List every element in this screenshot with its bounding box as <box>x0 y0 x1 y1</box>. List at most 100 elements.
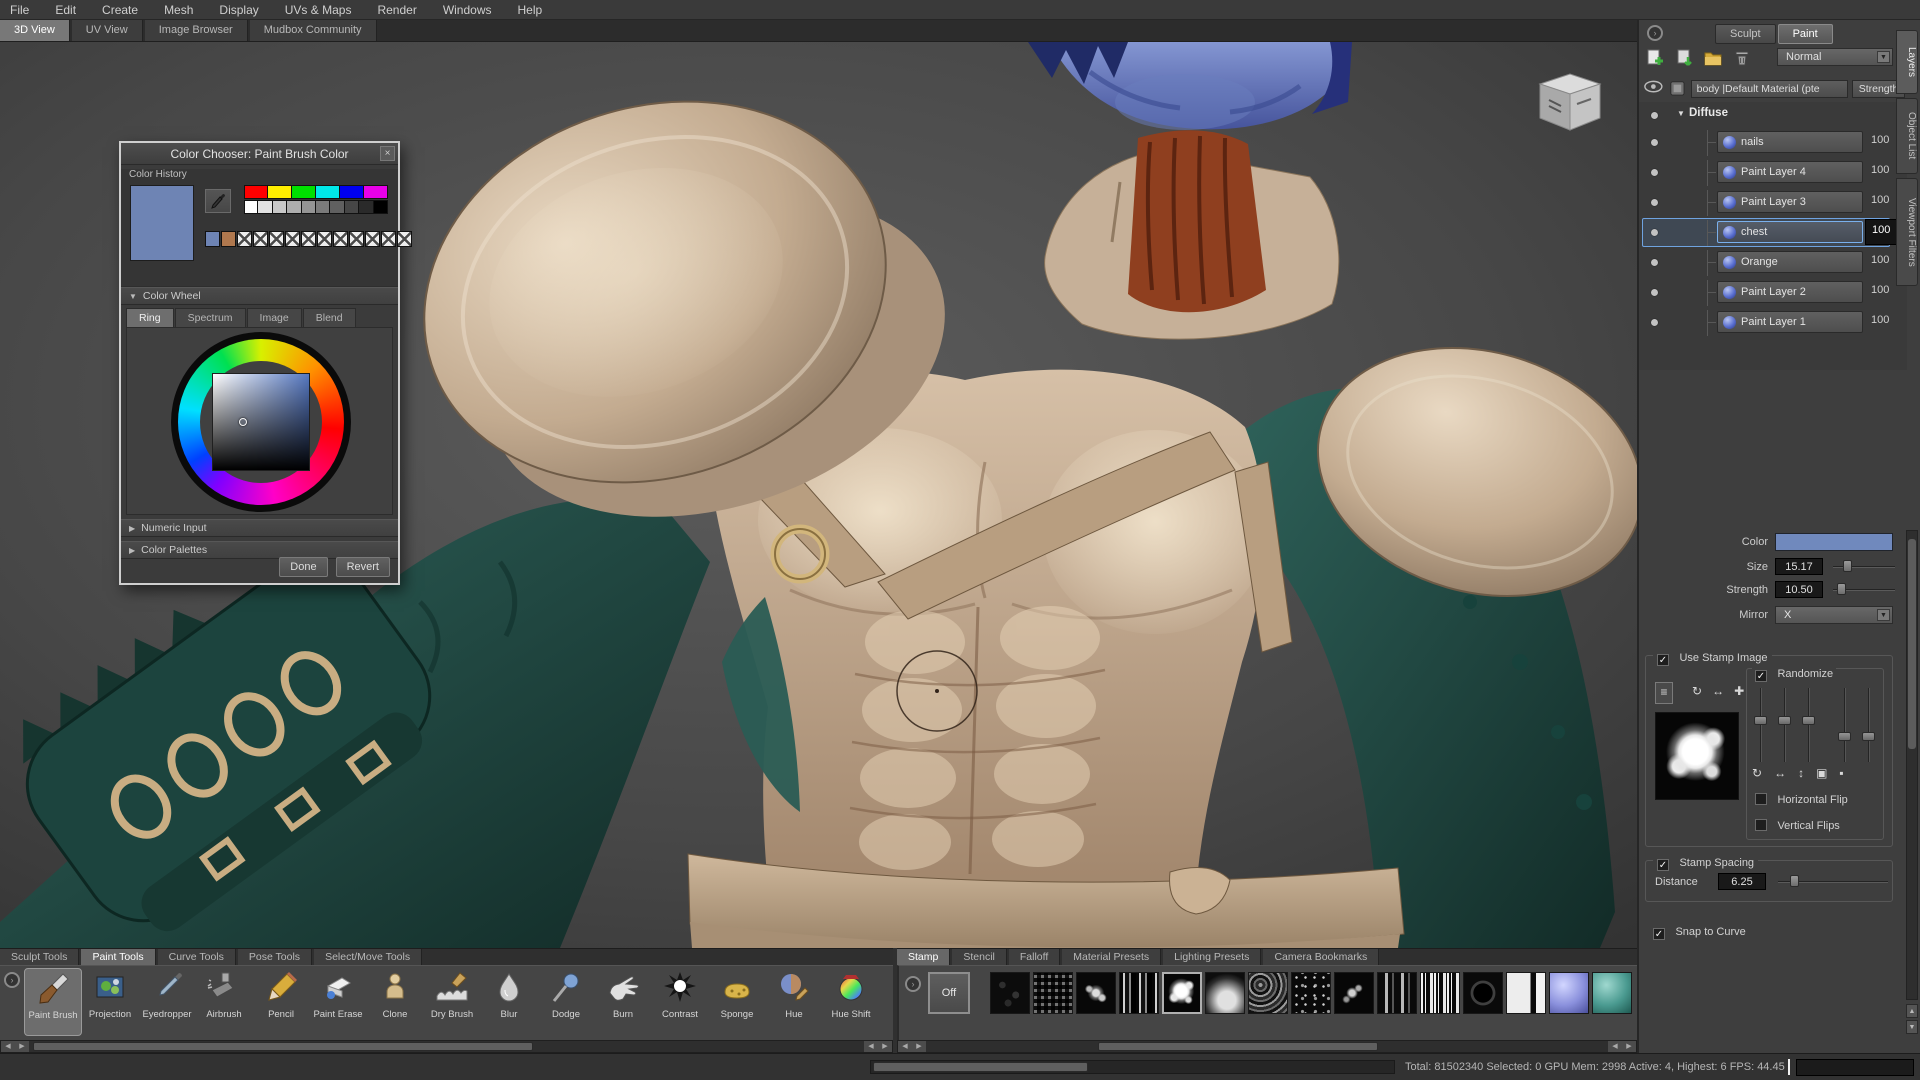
stamp-thumbnail-ring-dark[interactable] <box>1463 972 1503 1014</box>
gray-swatch[interactable] <box>273 200 287 214</box>
color-wheel-header[interactable]: ▼ Color Wheel <box>121 287 398 305</box>
gray-swatch[interactable] <box>316 200 330 214</box>
wheel-tab-blend[interactable]: Blend <box>303 308 356 327</box>
randomize-slider-3[interactable] <box>1802 688 1816 762</box>
menu-item-mesh[interactable]: Mesh <box>164 3 193 17</box>
stamp-thumbnail-speckle-dots[interactable] <box>1291 972 1331 1014</box>
tool-blur[interactable]: Blur <box>480 968 538 1036</box>
tool-airbrush[interactable]: Airbrush <box>195 968 253 1036</box>
tool-hue-shift[interactable]: Hue Shift <box>822 968 880 1036</box>
scroll-right-icon[interactable]: ▶ <box>912 1041 926 1052</box>
vertical-flip-row[interactable]: Vertical Flips <box>1755 816 1840 834</box>
side-tab-viewport-filters[interactable]: Viewport Filters <box>1896 178 1918 286</box>
layer-row-paint-layer-4[interactable]: Paint Layer 4100 <box>1639 160 1907 186</box>
panel-expander-icon[interactable]: › <box>905 976 921 992</box>
object-material-selector[interactable]: body |Default Material (pte <box>1691 80 1848 98</box>
menu-item-windows[interactable]: Windows <box>443 3 492 17</box>
tab-camera-bookmarks[interactable]: Camera Bookmarks <box>1263 949 1379 965</box>
color-picker-marker[interactable] <box>239 418 247 426</box>
layer-row-chest[interactable]: chest100+ <box>1639 220 1907 246</box>
panel-expander-icon[interactable]: › <box>4 972 20 988</box>
layer-visibility-dot[interactable] <box>1651 199 1658 206</box>
gray-swatch[interactable] <box>258 200 272 214</box>
scroll-right-icon[interactable]: ▶ <box>878 1041 892 1052</box>
scroll-left-icon[interactable]: ◀ <box>898 1041 912 1052</box>
stamp-thumbnail-barcode[interactable] <box>1420 972 1460 1014</box>
menu-item-help[interactable]: Help <box>518 3 543 17</box>
layer-visibility-dot[interactable] <box>1651 139 1658 146</box>
import-layer-icon[interactable] <box>1674 48 1694 68</box>
tab-lighting-presets[interactable]: Lighting Presets <box>1163 949 1261 965</box>
tool-pencil[interactable]: Pencil <box>252 968 310 1036</box>
horizontal-flip-checkbox[interactable] <box>1755 793 1767 805</box>
empty-history-swatch[interactable] <box>333 231 348 247</box>
stamp-spacing-checkbox[interactable]: ✓ <box>1657 859 1669 871</box>
scroll-down-icon[interactable]: ▼ <box>1906 1020 1918 1034</box>
stamp-thumbnail-splatter-large[interactable] <box>1162 972 1202 1014</box>
side-tab-object-list[interactable]: Object List <box>1896 98 1918 174</box>
layer-row-paint-layer-3[interactable]: Paint Layer 3100 <box>1639 190 1907 216</box>
menu-item-render[interactable]: Render <box>377 3 416 17</box>
distance-value-field[interactable]: 6.25 <box>1718 873 1766 890</box>
vertical-flip-checkbox[interactable] <box>1755 819 1767 831</box>
layer-strength-value[interactable]: 100 <box>1871 254 1889 266</box>
visibility-eye-icon[interactable] <box>1643 79 1664 99</box>
tab-stamp[interactable]: Stamp <box>897 949 950 965</box>
layer-row-paint-layer-1[interactable]: Paint Layer 1100 <box>1639 310 1907 336</box>
layer-row-orange[interactable]: Orange 100 <box>1639 250 1907 276</box>
randomize-row[interactable]: ✓ Randomize <box>1752 664 1836 682</box>
layer-name-box[interactable]: Orange <box>1717 251 1863 273</box>
stamp-thumbnail-sphere-purple[interactable] <box>1549 972 1589 1014</box>
layer-name-box[interactable]: Paint Layer 1 <box>1717 311 1863 333</box>
layer-name-box[interactable]: Paint Layer 2 <box>1717 281 1863 303</box>
layer-name-box[interactable]: Paint Layer 3 <box>1717 191 1863 213</box>
numeric-input-header[interactable]: ▶ Numeric Input <box>121 519 398 537</box>
tab-uv-view[interactable]: UV View <box>72 20 143 41</box>
wheel-tab-image[interactable]: Image <box>247 308 302 327</box>
randomize-checkbox[interactable]: ✓ <box>1755 670 1767 682</box>
tool-eyedropper[interactable]: Eyedropper <box>138 968 196 1036</box>
scroll-up-icon[interactable]: ▲ <box>1906 1004 1918 1018</box>
horizontal-flip-row[interactable]: Horizontal Flip <box>1755 790 1848 808</box>
layer-visibility-dot[interactable] <box>1651 259 1658 266</box>
scroll-right-icon[interactable]: ▶ <box>15 1041 29 1052</box>
layer-visibility-dot[interactable] <box>1651 319 1658 326</box>
layer-visibility-dot[interactable] <box>1651 112 1658 119</box>
gray-swatch[interactable] <box>302 200 316 214</box>
stamp-thumbnail-cellular-dark[interactable] <box>990 972 1030 1014</box>
distance-slider[interactable] <box>1778 873 1888 890</box>
layer-row-nails[interactable]: nails100 <box>1639 130 1907 156</box>
tool-hue[interactable]: Hue <box>765 968 823 1036</box>
tab-mudbox-community[interactable]: Mudbox Community <box>250 20 377 41</box>
flip-vertical-icon[interactable]: ↕ <box>1798 766 1804 780</box>
folder-icon[interactable] <box>1703 48 1723 68</box>
empty-history-swatch[interactable] <box>349 231 364 247</box>
strength-slider[interactable] <box>1833 581 1895 598</box>
close-icon[interactable]: × <box>380 146 395 161</box>
use-stamp-checkbox[interactable]: ✓ <box>1657 654 1669 666</box>
stamp-thumbnail-blob-soft[interactable] <box>1205 972 1245 1014</box>
size-slider[interactable] <box>1833 558 1895 575</box>
tool-paint-erase[interactable]: Paint Erase <box>309 968 367 1036</box>
revert-button[interactable]: Revert <box>336 557 390 577</box>
export-stamp-icon[interactable]: ▣ <box>1816 766 1827 780</box>
scroll-left-icon[interactable]: ◀ <box>864 1041 878 1052</box>
tool-dry-brush[interactable]: Dry Brush <box>423 968 481 1036</box>
tool-burn[interactable]: Burn <box>594 968 652 1036</box>
tool-projection[interactable]: Projection <box>81 968 139 1036</box>
color-chooser-title-bar[interactable]: Color Chooser: Paint Brush Color × <box>121 143 398 165</box>
stamp-thumbnail-weave-grid[interactable] <box>1033 972 1073 1014</box>
empty-history-swatch[interactable] <box>285 231 300 247</box>
color-swatch[interactable] <box>364 185 388 199</box>
rotate-icon[interactable]: ↻ <box>1692 684 1702 698</box>
scroll-left-icon[interactable]: ◀ <box>1608 1041 1622 1052</box>
tab-image-browser[interactable]: Image Browser <box>145 20 248 41</box>
layer-strength-value[interactable]: 100 <box>1871 164 1889 176</box>
tab-sculpt-tools[interactable]: Sculpt Tools <box>0 949 79 965</box>
color-swatch[interactable] <box>292 185 316 199</box>
tab-material-presets[interactable]: Material Presets <box>1062 949 1161 965</box>
layer-group-diffuse[interactable]: ▼ Diffuse <box>1639 104 1907 126</box>
tab-paint[interactable]: Paint <box>1778 24 1833 44</box>
snap-to-curve-row[interactable]: ✓ Snap to Curve <box>1653 922 1746 940</box>
history-color-swatch[interactable] <box>205 231 220 247</box>
